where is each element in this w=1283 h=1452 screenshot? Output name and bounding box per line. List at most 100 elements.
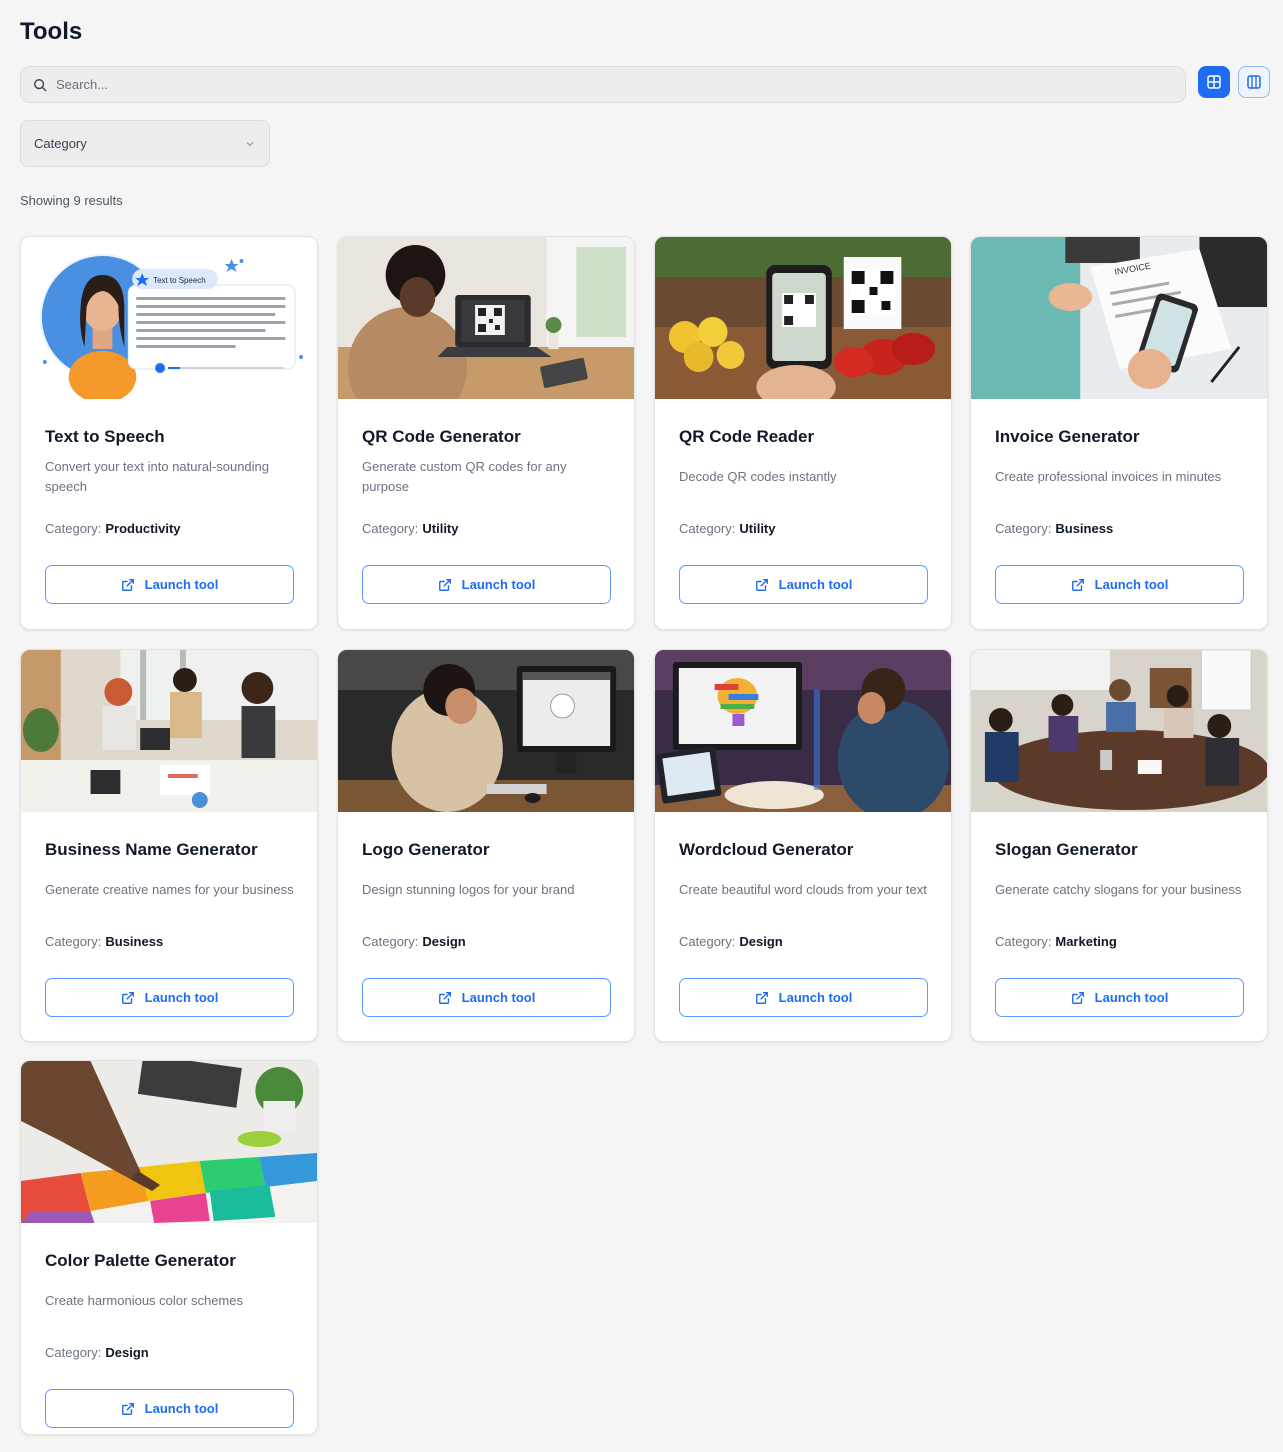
tool-description: Convert your text into natural-sounding … xyxy=(45,459,270,494)
category-prefix: Category: xyxy=(995,934,1052,949)
page-title: Tools xyxy=(20,18,83,45)
tool-card: Color Palette Generator Create harmonious… xyxy=(20,1060,318,1435)
launch-tool-button[interactable]: Launch tool xyxy=(995,565,1244,604)
external-link-icon xyxy=(438,991,451,1004)
tool-title: Wordcloud Generator xyxy=(679,840,854,859)
tool-description: Create harmonious color schemes xyxy=(45,1293,243,1308)
tool-card: INVOICE Invoice Generator Create professi… xyxy=(970,236,1268,630)
tool-title: QR Code Generator xyxy=(362,427,521,446)
category-prefix: Category: xyxy=(679,521,736,536)
tool-category: Category: Productivity xyxy=(45,521,181,536)
category-select-label: Category xyxy=(34,136,87,151)
tool-title: Logo Generator xyxy=(362,840,490,859)
launch-tool-button[interactable]: Launch tool xyxy=(362,565,611,604)
tool-thumbnail xyxy=(21,1061,317,1223)
launch-tool-label: Launch tool xyxy=(144,577,219,592)
tool-card: QR Code Generator Generate custom QR code… xyxy=(337,236,635,630)
category-prefix: Category: xyxy=(45,1345,102,1360)
launch-tool-label: Launch tool xyxy=(778,990,853,1005)
search-icon xyxy=(34,78,47,91)
tool-category: Category: Utility xyxy=(679,521,776,536)
tool-thumbnail xyxy=(655,237,951,399)
category-prefix: Category: xyxy=(362,521,419,536)
tool-description: Design stunning logos for your brand xyxy=(362,882,575,897)
category-value: Marketing xyxy=(1055,934,1117,949)
tool-title: Business Name Generator xyxy=(45,840,258,859)
category-value: Business xyxy=(1055,521,1114,536)
tool-category: Category: Utility xyxy=(362,521,459,536)
tool-category: Category: Marketing xyxy=(995,934,1117,949)
launch-tool-label: Launch tool xyxy=(461,990,536,1005)
launch-tool-label: Launch tool xyxy=(144,1401,219,1416)
external-link-icon xyxy=(121,1402,134,1415)
launch-tool-button[interactable]: Launch tool xyxy=(679,978,928,1017)
category-value: Utility xyxy=(422,521,459,536)
category-value: Utility xyxy=(739,521,776,536)
tool-description: Generate creative names for your busines… xyxy=(45,882,294,897)
launch-tool-label: Launch tool xyxy=(778,577,853,592)
chevron-down-icon xyxy=(246,141,254,146)
category-prefix: Category: xyxy=(45,934,102,949)
category-value: Business xyxy=(105,934,164,949)
tool-thumbnail: INVOICE xyxy=(971,237,1267,399)
tool-title: Color Palette Generator xyxy=(45,1251,236,1270)
grid-view-button[interactable] xyxy=(1198,66,1230,98)
tool-card: QR Code Reader Decode QR codes instantly C… xyxy=(654,236,952,630)
tool-thumbnail xyxy=(338,650,634,812)
tool-thumbnail: Text to Speech xyxy=(21,237,317,399)
tool-thumbnail xyxy=(21,650,317,812)
tool-title: QR Code Reader xyxy=(679,427,815,446)
tool-title: Slogan Generator xyxy=(995,840,1138,859)
tool-description: Create professional invoices in minutes xyxy=(995,469,1222,484)
tool-description: Generate custom QR codes for any purpose xyxy=(362,459,567,494)
tool-category: Category: Design xyxy=(679,934,783,949)
external-link-icon xyxy=(438,578,451,591)
tool-category: Category: Business xyxy=(45,934,163,949)
tool-description: Generate catchy slogans for your busines… xyxy=(995,882,1242,897)
tool-card: Logo Generator Design stunning logos for … xyxy=(337,649,635,1042)
results-count: Showing 9 results xyxy=(20,193,123,208)
launch-tool-button[interactable]: Launch tool xyxy=(45,565,294,604)
launch-tool-label: Launch tool xyxy=(461,577,536,592)
external-link-icon xyxy=(121,991,134,1004)
tool-card: Text to Speech Text to Speech Convert you… xyxy=(20,236,318,630)
tool-thumbnail xyxy=(338,237,634,399)
tool-category: Category: Design xyxy=(362,934,466,949)
column-view-button[interactable] xyxy=(1238,66,1270,98)
search-input[interactable] xyxy=(56,77,1156,92)
launch-tool-button[interactable]: Launch tool xyxy=(995,978,1244,1017)
launch-tool-button[interactable]: Launch tool xyxy=(45,1389,294,1428)
external-link-icon xyxy=(1071,991,1084,1004)
launch-tool-button[interactable]: Launch tool xyxy=(362,978,611,1017)
external-link-icon xyxy=(755,991,768,1004)
category-select[interactable]: Category xyxy=(20,120,270,167)
category-prefix: Category: xyxy=(362,934,419,949)
tool-description: Create beautiful word clouds from your t… xyxy=(679,882,927,897)
launch-tool-label: Launch tool xyxy=(1094,990,1169,1005)
columns-icon xyxy=(1247,75,1261,89)
tool-category: Category: Business xyxy=(995,521,1113,536)
category-value: Design xyxy=(422,934,466,949)
grid-icon xyxy=(1207,75,1221,89)
tool-card: Wordcloud Generator Create beautiful word… xyxy=(654,649,952,1042)
category-value: Design xyxy=(105,1345,149,1360)
launch-tool-label: Launch tool xyxy=(144,990,219,1005)
tool-card: Slogan Generator Generate catchy slogans … xyxy=(970,649,1268,1042)
category-value: Design xyxy=(739,934,783,949)
launch-tool-button[interactable]: Launch tool xyxy=(45,978,294,1017)
external-link-icon xyxy=(755,578,768,591)
tool-card: Business Name Generator Generate creative… xyxy=(20,649,318,1042)
category-value: Productivity xyxy=(105,521,181,536)
external-link-icon xyxy=(1071,578,1084,591)
tool-thumbnail xyxy=(655,650,951,812)
category-prefix: Category: xyxy=(679,934,736,949)
launch-tool-button[interactable]: Launch tool xyxy=(679,565,928,604)
search-bar[interactable] xyxy=(20,66,1186,103)
category-prefix: Category: xyxy=(995,521,1052,536)
tool-category: Category: Design xyxy=(45,1345,149,1360)
category-prefix: Category: xyxy=(45,521,102,536)
tool-title: Invoice Generator xyxy=(995,427,1140,446)
tool-thumbnail xyxy=(971,650,1267,812)
external-link-icon xyxy=(121,578,134,591)
tool-description: Decode QR codes instantly xyxy=(679,469,837,484)
